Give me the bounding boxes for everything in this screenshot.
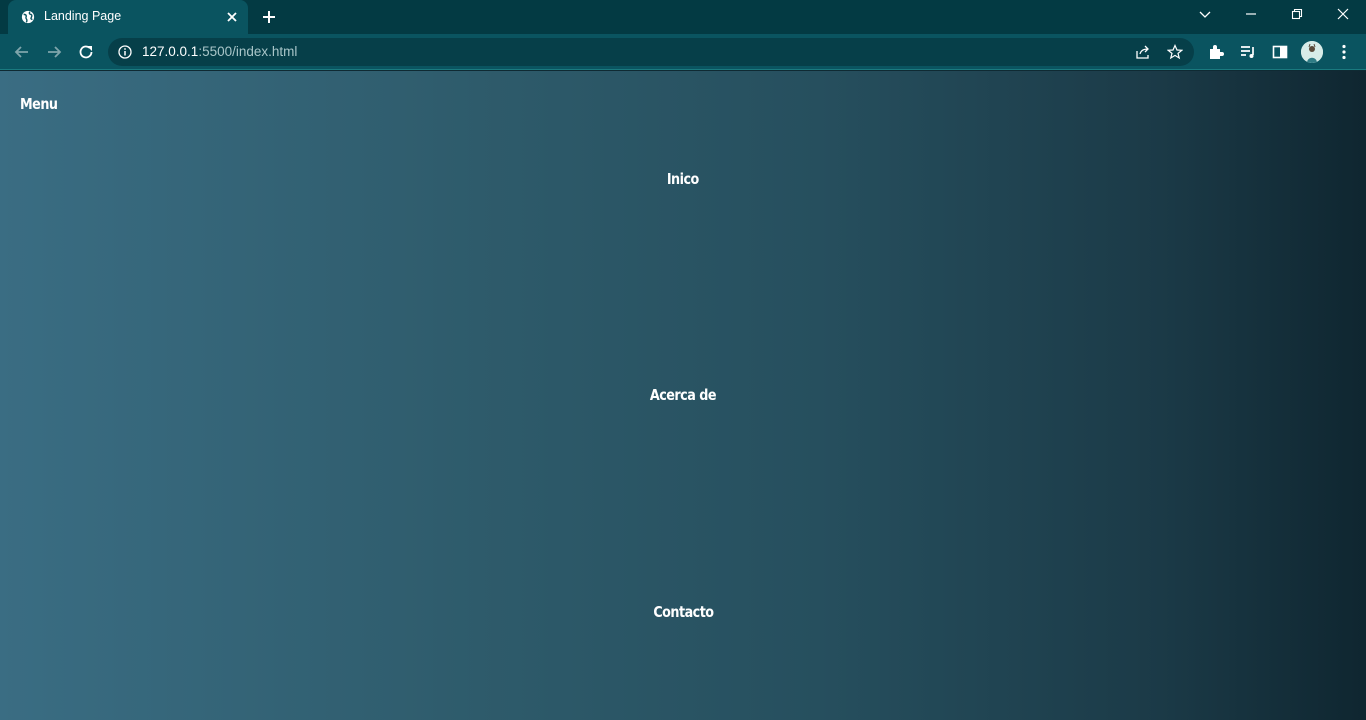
landing-page-viewport: Menu Inico Acerca de Contacto: [0, 71, 1366, 720]
nav-link-inicio[interactable]: Inico: [0, 170, 1366, 188]
globe-icon: [21, 10, 35, 24]
url-text[interactable]: 127.0.0.1:5500/index.html: [142, 44, 297, 59]
browser-toolbar: 127.0.0.1:5500/index.html: [0, 34, 1366, 70]
menu-toggle[interactable]: Menu: [20, 95, 58, 113]
puzzle-icon[interactable]: [1206, 42, 1226, 62]
url-path: :5500/index.html: [198, 44, 298, 59]
share-icon[interactable]: [1135, 44, 1151, 60]
url-host: 127.0.0.1: [142, 44, 199, 59]
restore-icon: [1291, 8, 1303, 20]
close-icon[interactable]: [225, 10, 239, 24]
minimize-icon: [1246, 13, 1256, 15]
forward-arrow-icon[interactable]: [44, 42, 64, 62]
tab-title: Landing Page: [44, 9, 122, 23]
avatar[interactable]: [1301, 41, 1323, 63]
media-queue-icon[interactable]: [1238, 42, 1258, 62]
nav-link-label: Inico: [667, 170, 699, 188]
minimize-button[interactable]: [1228, 0, 1274, 30]
nav-link-label: Contacto: [652, 603, 714, 621]
close-window-button[interactable]: [1320, 0, 1366, 30]
profile-image-icon: [1301, 41, 1323, 63]
nav-link-label: Acerca de: [649, 386, 717, 404]
tab-landing-page[interactable]: Landing Page: [8, 0, 248, 34]
nav-link-acerca-de[interactable]: Acerca de: [0, 386, 1366, 404]
restore-button[interactable]: [1274, 0, 1320, 30]
star-icon[interactable]: [1167, 44, 1183, 60]
back-arrow-icon[interactable]: [12, 42, 32, 62]
close-icon: [1337, 8, 1349, 20]
nav-link-contacto[interactable]: Contacto: [0, 603, 1366, 621]
side-panel-icon[interactable]: [1270, 42, 1290, 62]
kebab-menu-icon[interactable]: [1334, 42, 1354, 62]
tab-search-button[interactable]: [1182, 0, 1228, 30]
tab-strip: Landing Page: [0, 0, 1366, 34]
info-icon[interactable]: [118, 45, 132, 59]
reload-icon[interactable]: [76, 42, 96, 62]
address-bar[interactable]: 127.0.0.1:5500/index.html: [108, 38, 1194, 66]
plus-icon[interactable]: [261, 9, 277, 25]
chevron-down-icon: [1199, 11, 1211, 18]
